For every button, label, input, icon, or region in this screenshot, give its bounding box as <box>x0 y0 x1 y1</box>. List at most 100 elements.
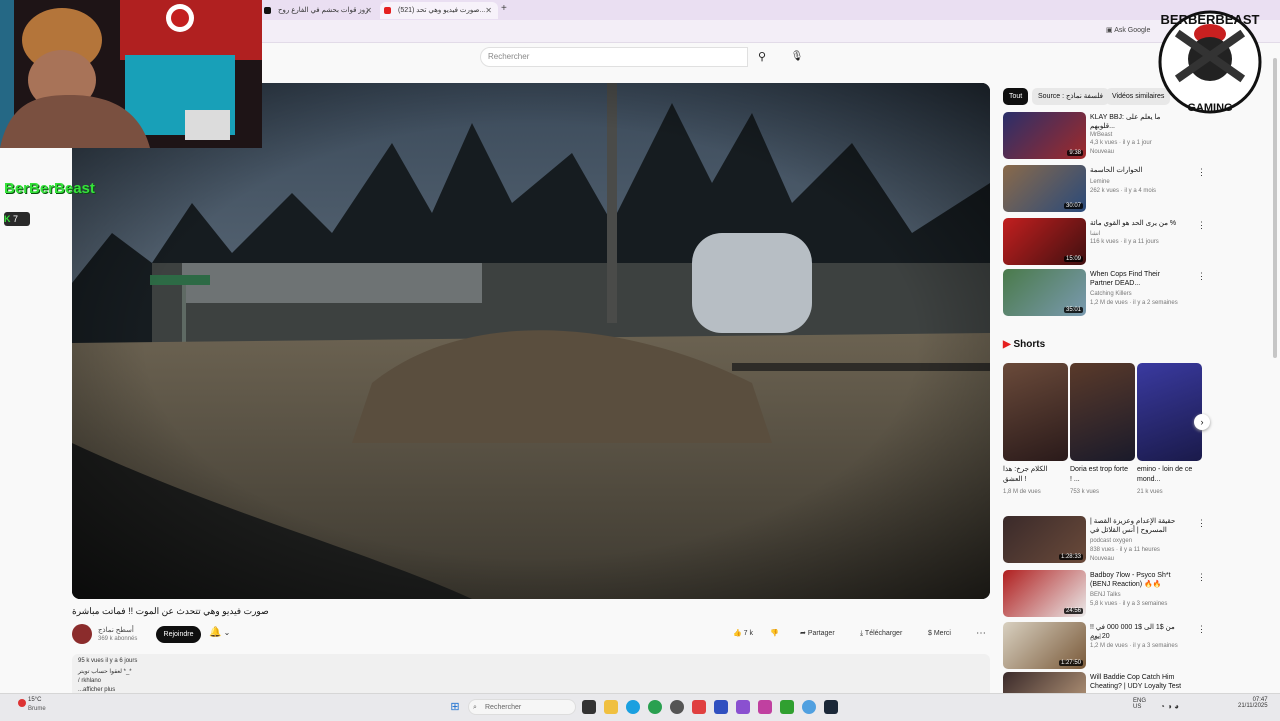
join-button[interactable]: Rejoindre <box>156 626 201 643</box>
app-icon[interactable] <box>802 700 816 714</box>
more-icon[interactable]: ⋮ <box>1197 271 1206 282</box>
duration-badge: 24:56 <box>1063 608 1083 614</box>
related-video[interactable]: 15:09 من يرى الحد هو القوي مائة % انشا 1… <box>1003 218 1206 266</box>
weather-alert-icon <box>18 699 26 707</box>
chevron-down-icon: ⌄ <box>221 628 231 637</box>
description-line[interactable]: / rkhlano <box>78 678 101 684</box>
tab-1[interactable]: روز قوات بحشم في الفارع روح ✕ <box>260 2 378 19</box>
app-icon[interactable] <box>736 700 750 714</box>
related-video[interactable]: 35:01 When Cops Find Their Partner DEAD.… <box>1003 269 1206 317</box>
video-title: صورت فيديو وهي تتحدث عن الموت !! فماتت م… <box>72 606 269 616</box>
steam-icon[interactable] <box>824 700 838 714</box>
system-tray-icons[interactable]: ◔ ◑ ◕ <box>1160 702 1179 711</box>
channel-name: Lemine <box>1090 179 1110 185</box>
new-tab-button[interactable]: + <box>501 3 507 14</box>
tab-2-active[interactable]: (521) صورت فيديو وهي تحد... ✕ <box>380 2 498 19</box>
tab-2-label: (521) صورت فيديو وهي تحد... <box>398 7 486 14</box>
thanks-button[interactable]: $ Merci <box>928 626 951 642</box>
video-meta: 838 vues · il y a 11 heures <box>1090 547 1160 553</box>
chrome-icon[interactable] <box>648 700 662 714</box>
related-video[interactable]: 30:07 الحوارات الحاسمة Lemine 262 k vues… <box>1003 165 1206 213</box>
start-button[interactable]: ⊞ <box>448 700 462 714</box>
weather-text[interactable]: Brume <box>28 706 46 712</box>
related-video[interactable]: Will Baddie Cop Catch Him Cheating? | UD… <box>1003 672 1203 693</box>
taskbar-search[interactable]: ⌕ Rechercher <box>468 699 576 715</box>
duration-badge: 1:27:50 <box>1058 660 1083 666</box>
description-stats: 95 k vues il y a 6 jours <box>78 658 138 664</box>
page-scrollbar[interactable] <box>1272 44 1278 692</box>
google-icon: ▣ <box>1106 27 1115 34</box>
short-views: 1,8 M de vues <box>1003 489 1041 495</box>
more-icon[interactable]: ⋮ <box>1197 167 1206 178</box>
video-player[interactable] <box>72 83 990 599</box>
chip-source[interactable]: Source : فلسفة نماذج <box>1032 88 1109 105</box>
search-button[interactable]: ⚲ <box>748 47 776 67</box>
voice-search-button[interactable]: 🎙 <box>788 48 806 66</box>
short-views: 21 k vues <box>1137 489 1163 495</box>
channel-avatar[interactable] <box>72 624 92 644</box>
more-actions-button[interactable]: ⋯ <box>976 626 986 642</box>
youtube-icon <box>384 7 391 14</box>
streamer-name: BerBerBeast <box>4 180 95 197</box>
channel-name: أنس <box>1090 635 1101 641</box>
obs-icon[interactable] <box>670 700 684 714</box>
video-thumbnail: 9:38 <box>1003 112 1086 159</box>
channel-name: MrBeast <box>1090 132 1113 138</box>
more-icon[interactable]: ⋮ <box>1197 518 1206 529</box>
chip-all[interactable]: Tout <box>1003 88 1029 105</box>
ask-google-button[interactable]: ▣ Ask Google <box>1106 26 1150 34</box>
related-video[interactable]: 24:56 Badboy 7low - Psyco Sh*t (BENJ Rea… <box>1003 570 1206 618</box>
close-icon[interactable]: ✕ <box>485 2 492 19</box>
video-title: When Cops Find Their Partner DEAD... <box>1090 271 1160 287</box>
app-icon[interactable] <box>714 700 728 714</box>
app-icon[interactable] <box>692 700 706 714</box>
chevron-right-icon: › <box>1200 417 1204 427</box>
channel-name[interactable]: أسطح نماذج <box>98 626 134 634</box>
video-title: !! من $1 الى $1 000 000 في 20 يوم <box>1090 624 1175 640</box>
video-thumbnail: 15:09 <box>1003 218 1086 265</box>
task-view-icon[interactable] <box>582 700 596 714</box>
short-thumbnail[interactable] <box>1070 363 1135 461</box>
search-input[interactable]: Rechercher <box>480 47 748 67</box>
related-video[interactable]: 1:28:33 حقيقة الإعدام وعزيزة القصة | الم… <box>1003 516 1206 564</box>
download-button[interactable]: ⤓ Télécharger <box>860 626 902 642</box>
badge-top-text: BERBERBEAST <box>1161 12 1260 27</box>
app-icon[interactable] <box>780 700 794 714</box>
short-thumbnail[interactable] <box>1137 363 1202 461</box>
mic-icon: 🎙 <box>790 51 804 62</box>
video-thumbnail: 30:07 <box>1003 165 1086 212</box>
channel-subscribers: 369 k abonnés <box>98 636 138 642</box>
video-meta: 262 k vues · il y a 4 mois <box>1090 188 1157 194</box>
dislike-button[interactable]: 👎 <box>770 626 779 642</box>
channel-name: BENJ Talks <box>1090 592 1121 598</box>
video-meta: 116 k vues · il y a 11 jours <box>1090 239 1159 245</box>
close-icon[interactable]: ✕ <box>365 2 372 19</box>
short-thumbnail[interactable] <box>1003 363 1068 461</box>
kick-icon: K <box>4 214 11 224</box>
language-indicator[interactable]: ENG US <box>1133 698 1146 710</box>
video-thumbnail <box>1003 672 1086 693</box>
description-line: لعقوا حساب تويتر *_* <box>78 669 132 675</box>
app-icon[interactable] <box>758 700 772 714</box>
more-icon[interactable]: ⋮ <box>1197 624 1206 635</box>
video-title: من يرى الحد هو القوي مائة % <box>1090 220 1177 227</box>
more-icon[interactable]: ⋮ <box>1197 572 1206 583</box>
duration-badge: 30:07 <box>1063 203 1083 209</box>
edge-icon[interactable] <box>626 700 640 714</box>
related-video[interactable]: 1:27:50 !! من $1 الى $1 000 000 في 20 يو… <box>1003 622 1206 670</box>
file-explorer-icon[interactable] <box>604 700 618 714</box>
shorts-next-button[interactable]: › <box>1194 414 1210 430</box>
thumbs-up-icon: 👍 <box>733 630 744 637</box>
short-title: emino - loin de ce mond... <box>1137 466 1193 483</box>
scrollbar-thumb[interactable] <box>1273 58 1277 358</box>
subscribe-bell-button[interactable]: 🔔 ⌄ <box>209 627 230 638</box>
clock[interactable]: 07:47 21/11/2025 <box>1238 697 1268 709</box>
weather-temp[interactable]: 15°C <box>28 697 41 703</box>
clock-date: 21/11/2025 <box>1238 703 1268 709</box>
thumbs-down-icon: 👎 <box>770 630 779 637</box>
new-badge: Nouveau <box>1090 149 1115 155</box>
share-button[interactable]: ➦ Partager <box>800 626 835 642</box>
like-button[interactable]: 👍 7 k <box>733 626 753 642</box>
more-icon[interactable]: ⋮ <box>1197 220 1206 231</box>
streamer-webcam <box>0 0 262 148</box>
